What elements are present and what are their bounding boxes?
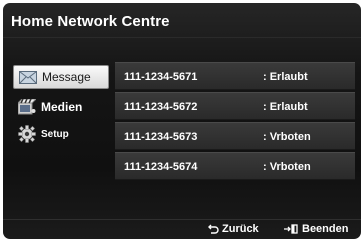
menu-item-label: Message <box>42 70 91 84</box>
exit-icon <box>284 224 298 234</box>
device-number: 111-1234-5671 <box>124 71 198 83</box>
menu-item-label: Medien <box>41 100 83 114</box>
panel-title: Home Network Centre <box>11 13 170 30</box>
device-status: : Erlaubt <box>263 71 308 83</box>
return-icon <box>208 224 219 234</box>
list-item[interactable]: 111-1234-5673 : Vrboten <box>115 122 355 150</box>
exit-button[interactable]: Beenden <box>284 223 348 235</box>
gear-icon <box>17 125 37 143</box>
footer-divider <box>3 219 361 220</box>
device-status: : Erlaubt <box>263 101 308 113</box>
menu-item-medien[interactable]: Medien <box>13 95 109 119</box>
menu-item-message[interactable]: Message <box>13 65 109 89</box>
screen: Home Network Centre Message Medien Setup… <box>0 0 364 242</box>
home-network-centre-panel: Home Network Centre Message Medien Setup… <box>3 3 361 239</box>
device-status: : Vrboten <box>263 131 311 143</box>
back-button[interactable]: Zurück <box>208 223 259 235</box>
list-item[interactable]: 111-1234-5671 : Erlaubt <box>115 62 355 90</box>
title-divider <box>3 37 361 38</box>
device-number: 111-1234-5674 <box>124 161 198 173</box>
media-icon <box>17 99 37 115</box>
envelope-icon <box>18 69 38 85</box>
exit-label: Beenden <box>302 223 349 235</box>
device-number: 111-1234-5672 <box>124 101 198 113</box>
back-label: Zurück <box>222 223 259 235</box>
list-item[interactable]: 111-1234-5672 : Erlaubt <box>115 92 355 120</box>
menu-item-setup[interactable]: Setup <box>13 122 109 146</box>
menu-item-label: Setup <box>41 128 69 140</box>
device-status: : Vrboten <box>263 161 311 173</box>
list-item[interactable]: 111-1234-5674 : Vrboten <box>115 152 355 180</box>
device-number: 111-1234-5673 <box>124 131 198 143</box>
